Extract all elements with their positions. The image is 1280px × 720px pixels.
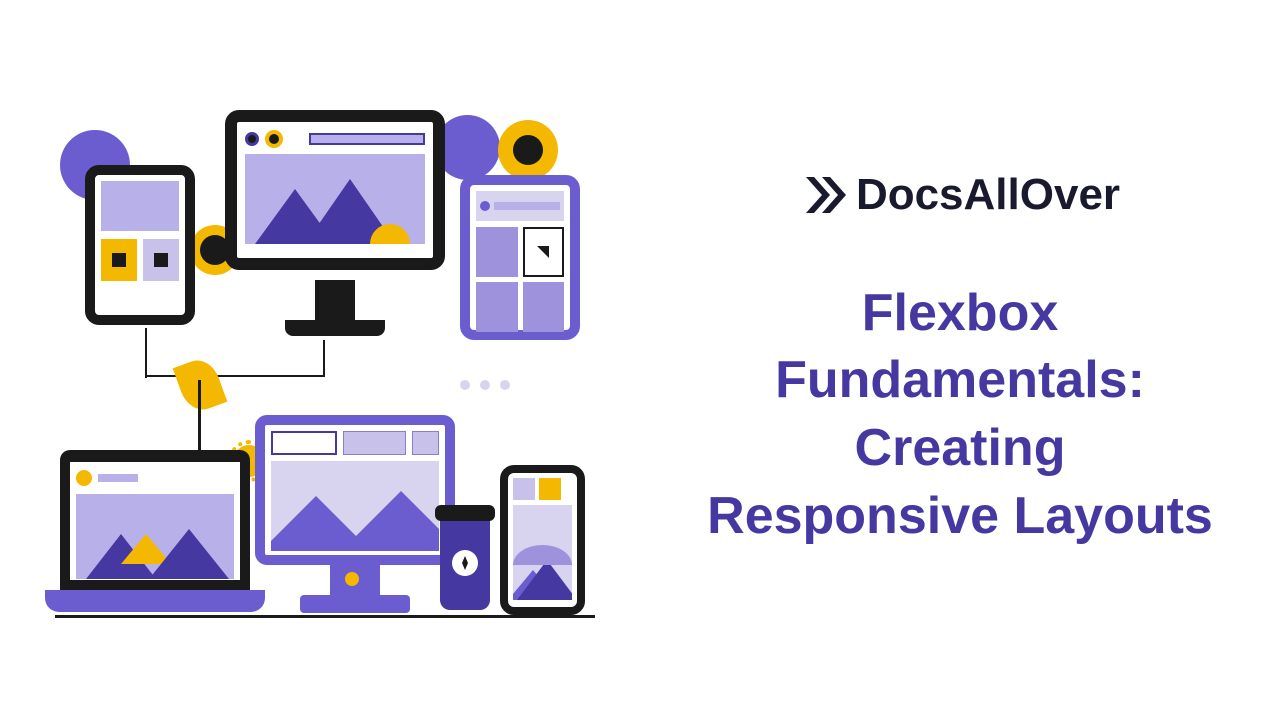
page-headline: Flexbox Fundamentals: Creating Responsiv… <box>707 280 1213 550</box>
cup-lid <box>435 505 495 521</box>
phone-device <box>500 465 585 615</box>
brand-name: DocsAllOver <box>856 170 1120 220</box>
decoration-dots <box>460 380 510 390</box>
leaf-decoration <box>170 360 230 440</box>
decoration-badge <box>498 120 558 180</box>
content-panel: DocsAllOver Flexbox Fundamentals: Creati… <box>640 0 1280 720</box>
brand-icon <box>800 171 848 219</box>
headline-line: Creating <box>855 419 1066 477</box>
connector-line <box>323 340 325 377</box>
tablet-device <box>460 175 580 340</box>
monitor-stand <box>315 280 355 325</box>
laptop-base <box>45 590 265 612</box>
tablet-device <box>85 165 195 325</box>
desktop-monitor <box>225 110 445 270</box>
cup-logo <box>452 550 478 576</box>
desk-line <box>55 615 595 618</box>
monitor-base <box>285 320 385 336</box>
brand-logo: DocsAllOver <box>800 170 1120 220</box>
monitor-base <box>300 595 410 613</box>
desktop-monitor <box>255 415 455 565</box>
laptop-device <box>60 450 250 590</box>
connector-line <box>145 328 147 378</box>
decoration-dot <box>345 572 359 586</box>
headline-line: Fundamentals: <box>775 351 1145 409</box>
headline-line: Flexbox <box>862 284 1059 342</box>
devices-illustration <box>0 0 640 720</box>
headline-line: Responsive Layouts <box>707 487 1213 545</box>
